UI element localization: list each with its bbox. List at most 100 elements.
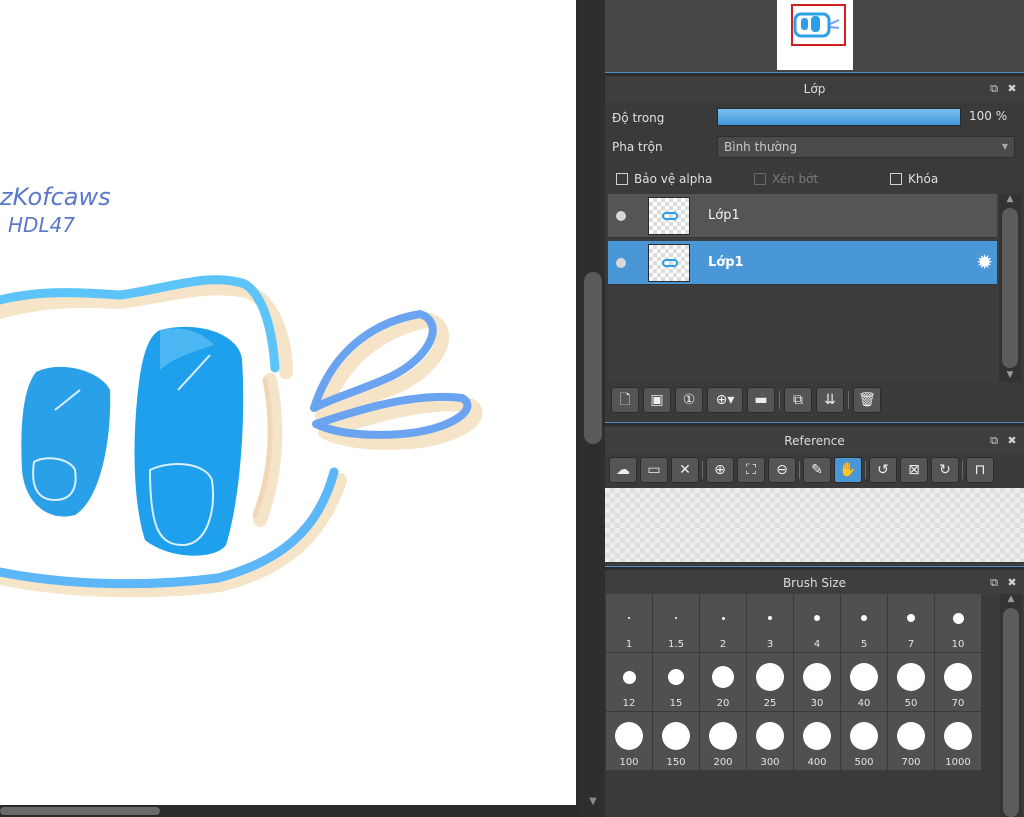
brush-size-cell[interactable]: 30 — [794, 653, 840, 711]
rotate-right-icon[interactable]: ↻ — [931, 457, 959, 483]
close-icon[interactable]: ✖ — [1006, 577, 1018, 589]
lock-checkbox[interactable]: Khóa — [890, 172, 938, 186]
scroll-thumb[interactable] — [584, 272, 602, 444]
brush-size-cell[interactable]: 70 — [935, 653, 981, 711]
close-icon[interactable]: ✖ — [1006, 435, 1018, 447]
brush-size-label: 50 — [904, 698, 918, 709]
scroll-up-icon[interactable]: ▲ — [1000, 594, 1022, 606]
gear-icon[interactable]: ✹ — [976, 251, 993, 273]
reference-panel: Reference ⧉ ✖ ☁ ▭ ✕ ⊕ ⛶ ⊖ ✎ ✋ ↺ ⊠ ↻ ⊓ — [605, 426, 1024, 566]
checkbox-box[interactable] — [616, 173, 628, 185]
fit-icon[interactable]: ⛶ — [737, 457, 765, 483]
navigator-view-frame[interactable] — [791, 4, 846, 46]
brush-size-label: 500 — [854, 757, 874, 768]
brush-dot-icon — [952, 612, 964, 624]
brush-size-label: 20 — [716, 698, 730, 709]
close-icon[interactable]: ✖ — [1006, 83, 1018, 95]
brush-dot-icon — [803, 663, 831, 691]
scroll-thumb[interactable] — [1002, 208, 1018, 368]
checkbox-label: Xén bớt — [772, 172, 819, 186]
brush-dot-icon — [628, 617, 630, 619]
brush-size-label: 150 — [666, 757, 686, 768]
brush-size-cell[interactable]: 40 — [841, 653, 887, 711]
rotate-left-icon[interactable]: ↺ — [869, 457, 897, 483]
scroll-up-icon[interactable]: ▲ — [999, 194, 1021, 206]
brush-size-cell[interactable]: 300 — [747, 712, 793, 770]
brush-dot-icon — [668, 669, 684, 685]
blend-mode-select[interactable]: Bình thường ▼ — [717, 136, 1015, 158]
duplicate-icon[interactable]: ⧉ — [784, 387, 812, 413]
brush-size-label: 1000 — [945, 757, 971, 768]
brush-size-cell[interactable]: 7 — [888, 594, 934, 652]
blend-label: Pha trộn — [612, 140, 663, 154]
brush-size-cell[interactable]: 5 — [841, 594, 887, 652]
alpha-protect-checkbox[interactable]: Bảo vệ alpha — [616, 172, 712, 186]
scroll-thumb[interactable] — [0, 807, 160, 815]
scroll-down-icon[interactable]: ▼ — [586, 795, 600, 809]
brush-size-label: 70 — [951, 698, 965, 709]
eyedropper-icon[interactable]: ✎ — [803, 457, 831, 483]
folder-icon[interactable]: ▬ — [747, 387, 775, 413]
brush-dot-icon — [662, 722, 690, 750]
hand-icon[interactable]: ✋ — [834, 457, 862, 483]
delete-icon[interactable]: 🗑 — [853, 387, 881, 413]
opacity-slider[interactable] — [717, 108, 961, 126]
toolbar-separator — [848, 391, 849, 409]
layer-row-selected[interactable]: Lớp1 ✹ — [608, 241, 997, 285]
popout-icon[interactable]: ⧉ — [988, 435, 1000, 447]
brush-size-scrollbar[interactable]: ▲ — [1000, 594, 1022, 817]
scroll-thumb[interactable] — [1003, 608, 1019, 817]
scroll-down-icon[interactable]: ▼ — [999, 370, 1021, 382]
brush-size-cell[interactable]: 400 — [794, 712, 840, 770]
layer-list-scrollbar[interactable]: ▲ ▼ — [999, 194, 1021, 382]
close-icon[interactable]: ✕ — [671, 457, 699, 483]
brush-size-cell[interactable]: 1 — [606, 594, 652, 652]
layer-row[interactable]: Lớp1 — [608, 194, 997, 238]
zoom-in-icon[interactable]: ⊕ — [706, 457, 734, 483]
brush-size-label: 1.5 — [668, 639, 684, 650]
popout-icon[interactable]: ⧉ — [988, 577, 1000, 589]
drawing-canvas[interactable]: zKofcaws HDL47 — [0, 0, 576, 805]
lock-icon[interactable]: ⊓ — [966, 457, 994, 483]
reference-canvas[interactable] — [605, 488, 1024, 562]
brush-size-cell[interactable]: 150 — [653, 712, 699, 770]
layer-thumbnail — [648, 244, 690, 282]
brush-size-grid: 1 1.5 2 3 4 5 7 10 12 15 20 25 30 40 50 70 100 150 200 300 4… — [606, 594, 982, 770]
brush-size-cell[interactable]: 3 — [747, 594, 793, 652]
upload-icon[interactable]: ☁ — [609, 457, 637, 483]
brush-dot-icon — [768, 616, 772, 620]
brush-dot-icon — [675, 617, 677, 619]
brush-size-cell[interactable]: 2 — [700, 594, 746, 652]
brush-size-cell[interactable]: 50 — [888, 653, 934, 711]
popout-icon[interactable]: ⧉ — [988, 83, 1000, 95]
brush-size-cell[interactable]: 25 — [747, 653, 793, 711]
canvas-vertical-scrollbar[interactable]: ▼ — [581, 0, 605, 817]
merge-icon[interactable]: ⇊ — [816, 387, 844, 413]
brush-size-cell[interactable]: 700 — [888, 712, 934, 770]
brush-size-cell[interactable]: 1000 — [935, 712, 981, 770]
brush-size-cell[interactable]: 100 — [606, 712, 652, 770]
canvas-horizontal-scrollbar[interactable] — [0, 805, 576, 817]
brush-size-cell[interactable]: 15 — [653, 653, 699, 711]
fullscreen-icon[interactable]: ⊠ — [900, 457, 928, 483]
brush-size-cell[interactable]: 1.5 — [653, 594, 699, 652]
brush-size-cell[interactable]: 200 — [700, 712, 746, 770]
open-folder-icon[interactable]: ▭ — [640, 457, 668, 483]
brush-size-label: 2 — [719, 639, 727, 650]
brush-size-cell[interactable]: 20 — [700, 653, 746, 711]
toolbar-separator — [962, 461, 963, 479]
visibility-icon[interactable] — [616, 211, 626, 221]
brush-size-cell[interactable]: 12 — [606, 653, 652, 711]
zoom-out-icon[interactable]: ⊖ — [768, 457, 796, 483]
layer-panel: Lớp ⧉ ✖ Độ trong 100 % Pha trộn Bình thư… — [605, 76, 1024, 422]
new-layer-icon[interactable]: 🗋 — [611, 387, 639, 413]
new-page-icon[interactable]: ▣ — [643, 387, 671, 413]
add-layer-menu-icon[interactable]: ⊕▾ — [707, 387, 743, 413]
new-layer-1bit-icon[interactable]: ① — [675, 387, 703, 413]
brush-size-cell[interactable]: 4 — [794, 594, 840, 652]
brush-size-cell[interactable]: 10 — [935, 594, 981, 652]
brush-size-cell[interactable]: 500 — [841, 712, 887, 770]
checkbox-box[interactable] — [890, 173, 902, 185]
visibility-icon[interactable] — [616, 258, 626, 268]
navigator-panel — [605, 0, 1024, 72]
